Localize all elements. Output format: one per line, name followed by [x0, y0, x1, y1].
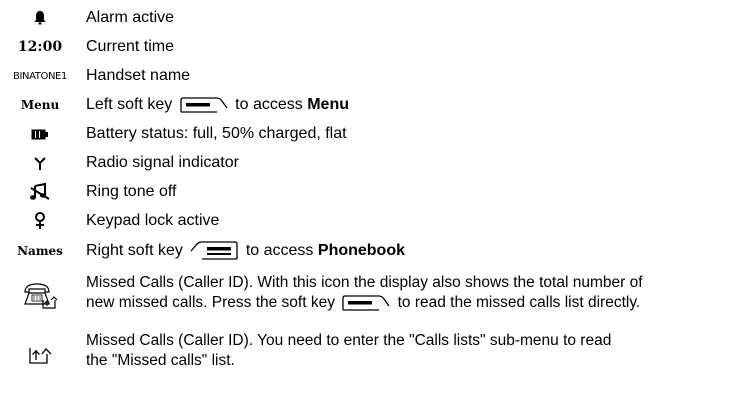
- antenna-icon: [0, 151, 80, 175]
- menu-label: Menu: [20, 98, 60, 112]
- legend-row-names: Names Right soft key to access Phonebook: [0, 238, 736, 264]
- legend-text: Missed Calls (Caller ID). You need to en…: [86, 331, 726, 371]
- text-before: Right soft key: [86, 242, 183, 259]
- legend-row-menu: Menu Left soft key to access Menu: [0, 93, 736, 117]
- missed-calls-phone-icon: [0, 275, 80, 315]
- legend-text: Right soft key to access Phonebook: [86, 240, 405, 261]
- missed-calls-arrow-icon: [0, 337, 80, 373]
- legend-row-signal: Radio signal indicator: [0, 151, 736, 175]
- legend-text: Battery status: full, 50% charged, flat: [86, 125, 347, 142]
- text-before: new missed calls. Press the soft key: [86, 294, 335, 311]
- text-line-2: the "Missed calls" list.: [86, 352, 235, 369]
- legend-text: Missed Calls (Caller ID). With this icon…: [86, 273, 726, 313]
- legend-text: Alarm active: [86, 9, 175, 26]
- keypad-lock-icon: [0, 209, 80, 233]
- legend-text: Ring tone off: [86, 183, 177, 200]
- legend-text: Left soft key to access Menu: [86, 94, 349, 115]
- handset-name-label: BINATONE1: [13, 70, 67, 82]
- legend-row-battery: Battery status: full, 50% charged, flat: [0, 122, 736, 146]
- legend-row-keylock: Keypad lock active: [0, 209, 736, 233]
- legend-row-time: 12:00 Current time: [0, 35, 736, 59]
- left-soft-key-icon: [341, 294, 391, 312]
- names-label: Names: [17, 244, 63, 258]
- bell-icon: [0, 6, 80, 30]
- text-bold: Phonebook: [317, 242, 405, 259]
- text-bold: Menu: [307, 96, 349, 113]
- battery-icon: [0, 122, 80, 146]
- legend-row-missed-calls-count: Missed Calls (Caller ID). With this icon…: [0, 273, 736, 317]
- legend-text: Keypad lock active: [86, 212, 220, 229]
- text-mid: to access: [245, 242, 314, 259]
- ringtone-off-icon: [0, 180, 80, 204]
- time-label: 12:00: [17, 39, 63, 55]
- text-line-1: Missed Calls (Caller ID). You need to en…: [86, 332, 612, 349]
- legend-text: Handset name: [86, 67, 191, 84]
- legend-text: Radio signal indicator: [86, 154, 239, 171]
- right-soft-key-icon: [189, 241, 239, 261]
- legend-row-alarm: Alarm active: [0, 6, 736, 30]
- text-mid: to access: [235, 96, 303, 113]
- text-line-1: Missed Calls (Caller ID). With this icon…: [86, 274, 643, 291]
- legend-text: Current time: [86, 38, 175, 55]
- legend-row-handset-name: BINATONE1 Handset name: [0, 64, 736, 88]
- text-line-2: new missed calls. Press the soft key to …: [86, 293, 726, 313]
- legend-row-missed-calls-list: Missed Calls (Caller ID). You need to en…: [0, 331, 736, 375]
- legend-row-ringtone: Ring tone off: [0, 180, 736, 204]
- text-before: Left soft key: [86, 96, 173, 113]
- text-after: to read the missed calls list directly.: [397, 294, 641, 311]
- left-soft-key-icon: [179, 96, 229, 114]
